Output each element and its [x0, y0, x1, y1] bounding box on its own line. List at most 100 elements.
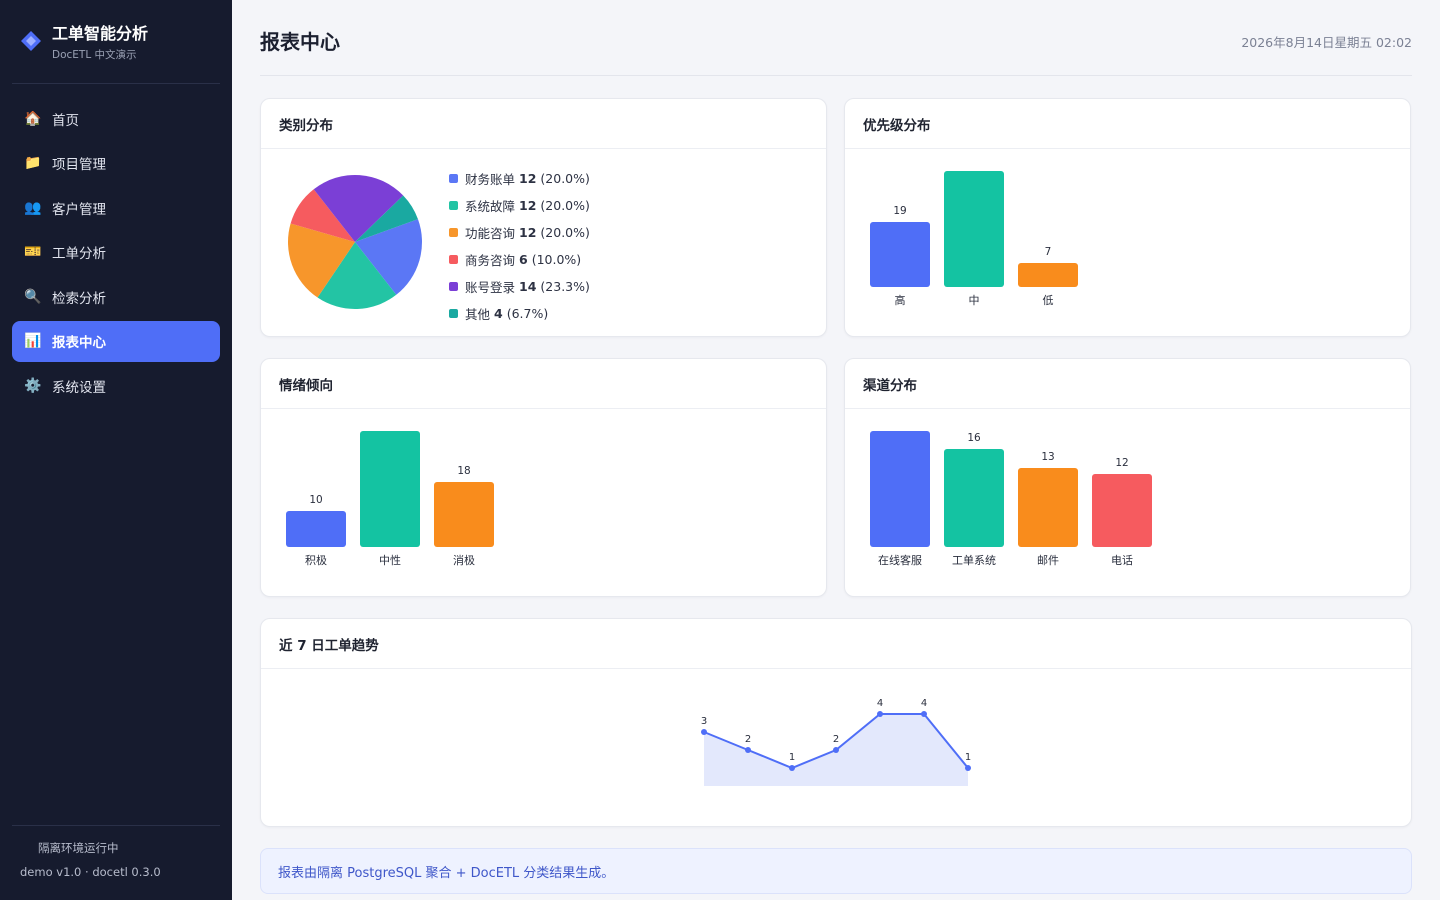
bar-category-label: 电话 — [1111, 554, 1133, 567]
app-title: 工单智能分析 — [52, 24, 149, 43]
bar-category-label: 中 — [968, 294, 980, 307]
sidebar-divider — [12, 83, 220, 84]
legend-count: 12 — [519, 171, 537, 186]
sidebar-item-6[interactable]: ⚙️ 系统设置 — [12, 365, 220, 406]
bar — [1092, 473, 1152, 547]
legend-entry: 财务账单 12 (20.0%) — [449, 165, 590, 192]
sidebar: 工单智能分析 DocETL 中文演示 🏠 首页 📁 项目管理 👥 客户管理 🎫 工单分析 🔍 检索… — [0, 0, 232, 900]
bar-value-label: 18 — [457, 464, 471, 477]
house-icon: 🏠 — [24, 110, 42, 127]
sidebar-item-2[interactable]: 👥 客户管理 — [12, 187, 220, 228]
bar — [870, 222, 930, 287]
sidebar-item-label: 检索分析 — [52, 290, 106, 307]
sidebar-item-4[interactable]: 🔍 检索分析 — [12, 276, 220, 317]
sidebar-item-label: 首页 — [52, 112, 79, 129]
legend-percent: (10.0%) — [531, 252, 582, 267]
sentiment-card: 情绪倾向 10 积极 中性 18 消极 — [260, 358, 827, 597]
sidebar-item-0[interactable]: 🏠 首页 — [12, 98, 220, 139]
legend-entry: 账号登录 14 (23.3%) — [449, 273, 590, 300]
trend-card: 近 7 日工单趋势 3 2 1 2 4 4 1 — [260, 618, 1412, 827]
trend-point-label: 2 — [833, 734, 839, 745]
legend-percent: (20.0%) — [540, 198, 590, 213]
legend-percent: (23.3%) — [540, 279, 590, 294]
trend-card-title: 近 7 日工单趋势 — [261, 619, 1411, 669]
legend-label: 财务账单 — [465, 172, 516, 187]
trend-point-label: 4 — [921, 698, 927, 709]
legend-label: 商务咨询 — [465, 253, 516, 268]
trend-point — [877, 711, 883, 717]
priority-card-title: 优先级分布 — [845, 99, 1410, 149]
trend-point — [833, 747, 839, 753]
bar-category-label: 低 — [1042, 294, 1054, 307]
bar-value-label: 10 — [309, 493, 323, 506]
legend-label: 系统故障 — [465, 199, 516, 214]
bar-category-label: 消极 — [453, 554, 475, 567]
bar-category-label: 在线客服 — [878, 554, 922, 567]
bar — [286, 510, 346, 547]
legend-entry: 功能咨询 12 (20.0%) — [449, 219, 590, 246]
sidebar-item-1[interactable]: 📁 项目管理 — [12, 143, 220, 184]
legend-count: 4 — [494, 306, 503, 321]
trend-point-label: 1 — [965, 752, 971, 763]
bar-category-label: 中性 — [379, 554, 401, 567]
sidebar-item-label: 报表中心 — [52, 335, 106, 351]
trend-point-label: 3 — [701, 716, 707, 727]
ticket-icon: 🎫 — [24, 244, 42, 260]
trend-point-label: 2 — [745, 734, 751, 745]
bar — [434, 481, 494, 547]
legend-count: 6 — [519, 252, 528, 267]
bar — [870, 431, 930, 547]
channel-card-title: 渠道分布 — [845, 359, 1410, 409]
bar — [944, 449, 1004, 547]
environment-status: 隔离环境运行中 — [38, 841, 119, 855]
legend-label: 账号登录 — [465, 280, 516, 295]
trend-area-chart: 3 2 1 2 4 4 1 — [701, 698, 971, 786]
app-subtitle: DocETL 中文演示 — [52, 49, 137, 61]
sidebar-nav: 🏠 首页 📁 项目管理 👥 客户管理 🎫 工单分析 🔍 检索分析 📊 报表中心 ⚙️ 系统设置 — [12, 98, 220, 410]
sentiment-card-title: 情绪倾向 — [261, 359, 826, 409]
sidebar-item-label: 系统设置 — [52, 379, 106, 396]
category-card: 类别分布 财务账单 12 (20.0%) 系统故障 12 (20.0%) 功能咨询 12 (20… — [260, 98, 827, 337]
page-title: 报表中心 — [260, 30, 340, 54]
bar-value-label: 12 — [1115, 456, 1129, 469]
category-legend: 财务账单 12 (20.0%) 系统故障 12 (20.0%) 功能咨询 12 (20.0%) 商… — [449, 165, 590, 327]
magnifier-icon: 🔍 — [24, 288, 42, 305]
folder-icon: 📁 — [24, 155, 42, 171]
legend-count: 12 — [519, 198, 537, 213]
bar-chart-icon: 📊 — [24, 333, 42, 349]
users-icon: 👥 — [24, 199, 42, 216]
sidebar-item-5[interactable]: 📊 报表中心 — [12, 320, 220, 362]
sidebar-item-label: 工单分析 — [52, 246, 106, 262]
sidebar-item-3[interactable]: 🎫 工单分析 — [12, 232, 220, 273]
legend-entry: 商务咨询 6 (10.0%) — [449, 246, 590, 273]
trend-point — [965, 765, 971, 771]
legend-label: 其他 — [465, 307, 491, 322]
trend-point — [921, 711, 927, 717]
sidebar-footer-divider — [12, 825, 220, 826]
brand[interactable]: 工单智能分析 DocETL 中文演示 — [20, 24, 148, 62]
legend-percent: (20.0%) — [540, 171, 590, 186]
report-source-note: 报表由隔离 PostgreSQL 聚合 + DocETL 分类结果生成。 — [260, 848, 1412, 894]
diamond-logo-icon — [21, 31, 41, 51]
gear-icon: ⚙️ — [24, 377, 42, 394]
bar-value-label: 19 — [893, 205, 907, 218]
legend-swatch — [449, 282, 458, 291]
category-pie-chart — [288, 175, 422, 309]
legend-entry: 其他 4 (6.7%) — [449, 300, 590, 327]
priority-card: 优先级分布 19 高 中 7 低 — [844, 98, 1411, 337]
trend-point — [789, 765, 795, 771]
legend-swatch — [449, 201, 458, 210]
bar — [360, 431, 420, 547]
bar-category-label: 积极 — [305, 554, 327, 567]
bar — [1018, 467, 1078, 547]
legend-label: 功能咨询 — [465, 226, 516, 241]
trend-point — [745, 747, 751, 753]
legend-count: 12 — [519, 225, 537, 240]
trend-point — [701, 729, 707, 735]
category-card-title: 类别分布 — [261, 99, 826, 149]
bar-category-label: 工单系统 — [952, 554, 996, 567]
bar-category-label: 邮件 — [1037, 554, 1059, 567]
legend-swatch — [449, 228, 458, 237]
legend-swatch — [449, 174, 458, 183]
bar — [944, 171, 1004, 287]
